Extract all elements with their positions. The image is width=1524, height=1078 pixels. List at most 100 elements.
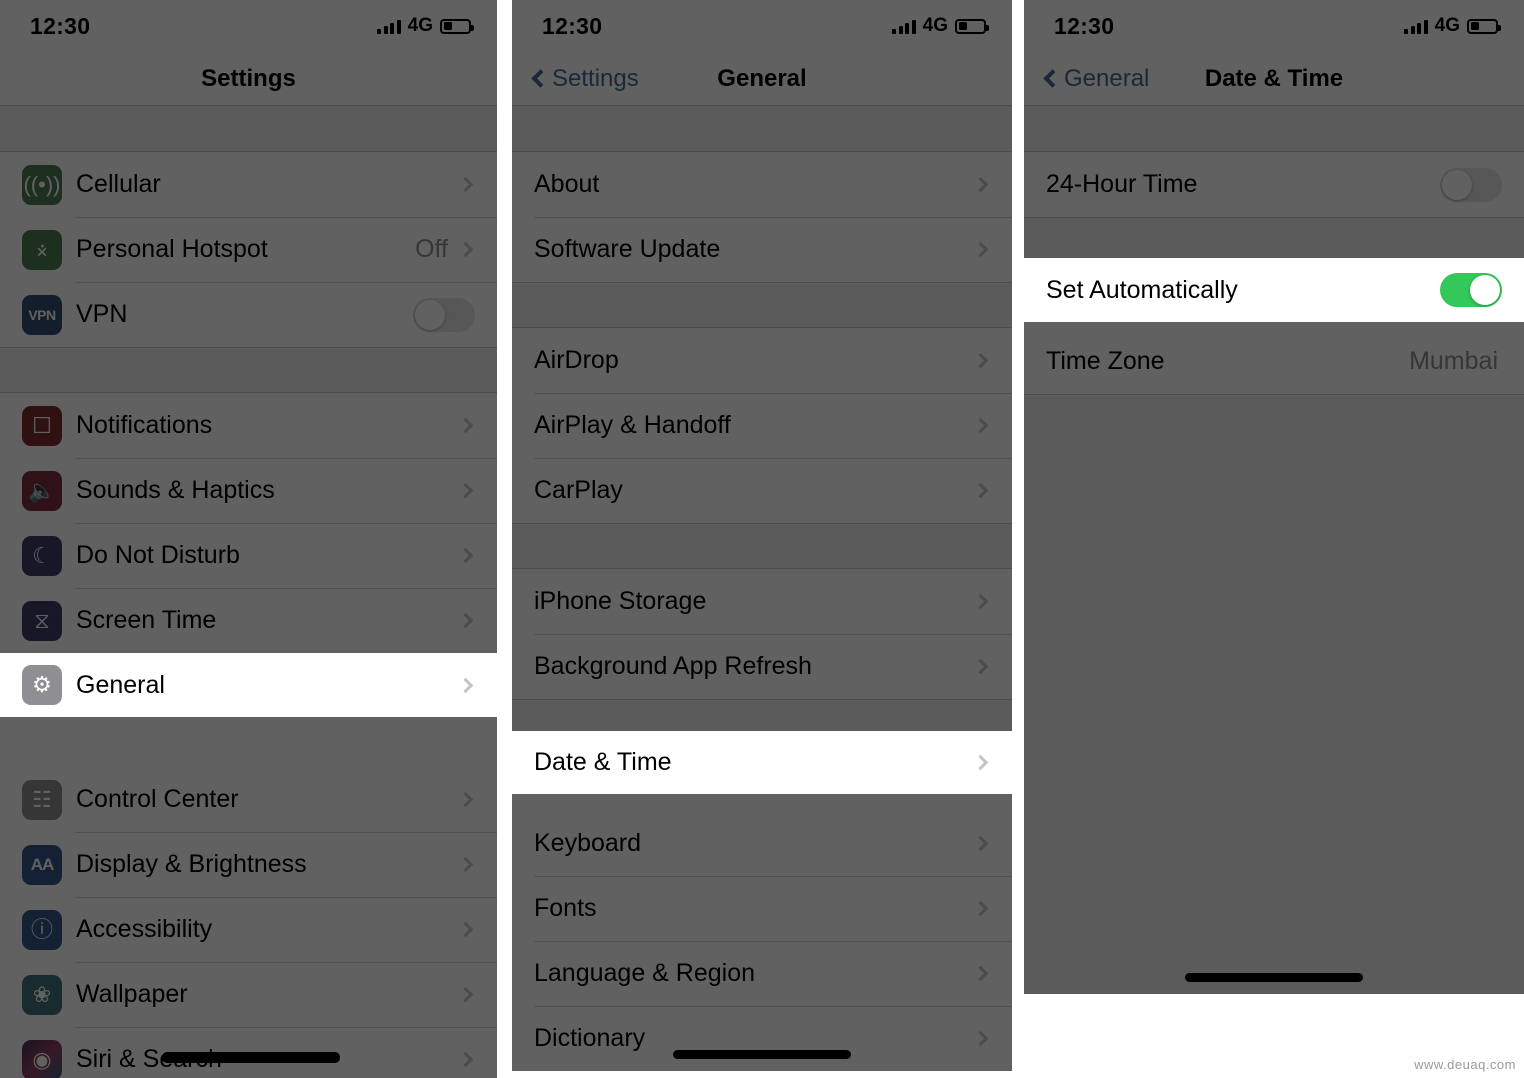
chevron-right-icon	[972, 593, 989, 610]
sidebar-item-personal-hotspot[interactable]: ⨰ Personal Hotspot Off	[0, 217, 497, 282]
chevron-right-icon	[457, 482, 474, 499]
chevron-right-icon	[972, 754, 989, 771]
sidebar-item-cellular[interactable]: ((•)) Cellular	[0, 152, 497, 217]
chevron-right-icon	[972, 658, 989, 675]
status-time: 12:30	[30, 12, 91, 39]
sidebar-item-do-not-disturb[interactable]: ☾ Do Not Disturb	[0, 523, 497, 588]
sidebar-item-accessibility[interactable]: ⓘ Accessibility	[0, 897, 497, 962]
chevron-right-icon	[457, 612, 474, 629]
list-item-software-update[interactable]: Software Update	[512, 217, 1012, 282]
accessibility-icon: ⓘ	[22, 909, 62, 950]
set-automatically-toggle[interactable]	[1440, 273, 1502, 307]
sidebar-item-control-center[interactable]: ☷ Control Center	[0, 767, 497, 832]
list-item-set-automatically[interactable]: Set Automatically	[1024, 258, 1524, 322]
row-label: Sounds & Haptics	[76, 476, 275, 504]
network-type-label: 4G	[407, 15, 433, 36]
sidebar-item-screen-time[interactable]: ⧖ Screen Time	[0, 588, 497, 653]
back-button-general[interactable]: General	[1024, 65, 1149, 93]
chevron-right-icon	[972, 965, 989, 982]
chevron-right-icon	[972, 176, 989, 193]
sidebar-item-sounds-haptics[interactable]: 🔈 Sounds & Haptics	[0, 458, 497, 523]
screen-time-icon: ⧖	[22, 600, 62, 641]
list-item-carplay[interactable]: CarPlay	[512, 458, 1012, 523]
status-time: 12:30	[1054, 12, 1115, 39]
status-bar: 12:30 4G	[1024, 0, 1524, 52]
row-label: Screen Time	[76, 606, 217, 634]
chevron-right-icon	[457, 1051, 474, 1068]
row-label: Wallpaper	[76, 980, 188, 1008]
network-type-label: 4G	[1434, 15, 1460, 36]
status-bar: 12:30 4G	[512, 0, 1012, 52]
siri-search-icon: ◉	[22, 1039, 62, 1078]
cellular-icon: ((•))	[22, 164, 62, 205]
chevron-right-icon	[972, 482, 989, 499]
list-item-airdrop[interactable]: AirDrop	[512, 328, 1012, 393]
row-label: Do Not Disturb	[76, 541, 240, 569]
chevron-right-icon	[972, 352, 989, 369]
signal-bars-icon	[1404, 19, 1428, 34]
sidebar-item-vpn[interactable]: VPN VPN	[0, 282, 497, 347]
phone-screen-settings: 12:30 4G Settings ((•)) Cellular ⨰ Perso…	[0, 0, 497, 1078]
chevron-right-icon	[457, 856, 474, 873]
vpn-icon: VPN	[22, 294, 62, 335]
list-item-language-region[interactable]: Language & Region	[512, 941, 1012, 1006]
row-label: Notifications	[76, 411, 213, 439]
row-label: Personal Hotspot	[76, 235, 268, 263]
chevron-right-icon	[972, 417, 989, 434]
chevron-right-icon	[457, 417, 474, 434]
wallpaper-icon: ❀	[22, 974, 62, 1015]
chevron-right-icon	[457, 921, 474, 938]
row-value: Off	[415, 235, 448, 263]
list-item-iphone-storage[interactable]: iPhone Storage	[512, 569, 1012, 634]
list-item-keyboard[interactable]: Keyboard	[512, 811, 1012, 876]
battery-icon	[955, 18, 989, 34]
group-spacer	[0, 106, 497, 152]
row-label: Language & Region	[534, 959, 756, 987]
sidebar-item-display-brightness[interactable]: AA Display & Brightness	[0, 832, 497, 897]
row-label: Date & Time	[534, 748, 672, 776]
list-item-dictionary[interactable]: Dictionary	[512, 1006, 1012, 1071]
24-hour-time-toggle[interactable]	[1440, 167, 1502, 202]
list-item-date-time[interactable]: Date & Time	[512, 731, 1012, 794]
sidebar-item-notifications[interactable]: ☐ Notifications	[0, 393, 497, 458]
row-label: Time Zone	[1046, 347, 1165, 375]
panel2-dim-layer: 12:30 4G Settings General About Software…	[512, 0, 1012, 1071]
status-indicators: 4G	[1404, 15, 1501, 37]
chevron-left-icon	[531, 69, 550, 88]
row-label: Display & Brightness	[76, 850, 307, 878]
nav-bar: Settings	[0, 52, 497, 106]
row-label: iPhone Storage	[534, 587, 707, 615]
list-item-24-hour-time[interactable]: 24-Hour Time	[1024, 152, 1524, 217]
chevron-right-icon	[457, 547, 474, 564]
group-spacer	[512, 106, 1012, 152]
battery-icon	[440, 18, 474, 34]
status-indicators: 4G	[377, 15, 474, 37]
phone-screen-date-time: 12:30 4G General Date & Time 24-Hour Tim…	[1024, 0, 1524, 1078]
control-center-icon: ☷	[22, 779, 62, 820]
list-item-airplay-handoff[interactable]: AirPlay & Handoff	[512, 393, 1012, 458]
sidebar-item-general[interactable]: ⚙ General	[0, 653, 497, 717]
row-label: Set Automatically	[1046, 275, 1238, 304]
highlighted-row-general[interactable]: ⚙ General	[0, 653, 497, 717]
signal-bars-icon	[892, 19, 916, 34]
row-label: Cellular	[76, 170, 161, 198]
sidebar-item-wallpaper[interactable]: ❀ Wallpaper	[0, 962, 497, 1027]
list-item-time-zone[interactable]: Time Zone Mumbai	[1024, 329, 1524, 394]
list-item-background-app-refresh[interactable]: Background App Refresh	[512, 634, 1012, 699]
signal-bars-icon	[377, 19, 401, 34]
back-button-settings[interactable]: Settings	[512, 65, 639, 93]
chevron-right-icon	[972, 900, 989, 917]
row-label: Background App Refresh	[534, 652, 812, 680]
status-bar: 12:30 4G	[0, 0, 497, 52]
list-item-fonts[interactable]: Fonts	[512, 876, 1012, 941]
group-spacer	[1024, 106, 1524, 152]
row-label: CarPlay	[534, 476, 623, 504]
highlighted-row-set-automatically[interactable]: Set Automatically	[1024, 258, 1524, 322]
highlighted-row-date-time[interactable]: Date & Time	[512, 731, 1012, 794]
list-item-about[interactable]: About	[512, 152, 1012, 217]
vpn-toggle[interactable]	[413, 297, 475, 332]
general-list: About Software Update AirDrop AirPlay & …	[512, 106, 1012, 1071]
chevron-right-icon	[972, 241, 989, 258]
do-not-disturb-icon: ☾	[22, 535, 62, 576]
group-spacer	[0, 347, 497, 393]
